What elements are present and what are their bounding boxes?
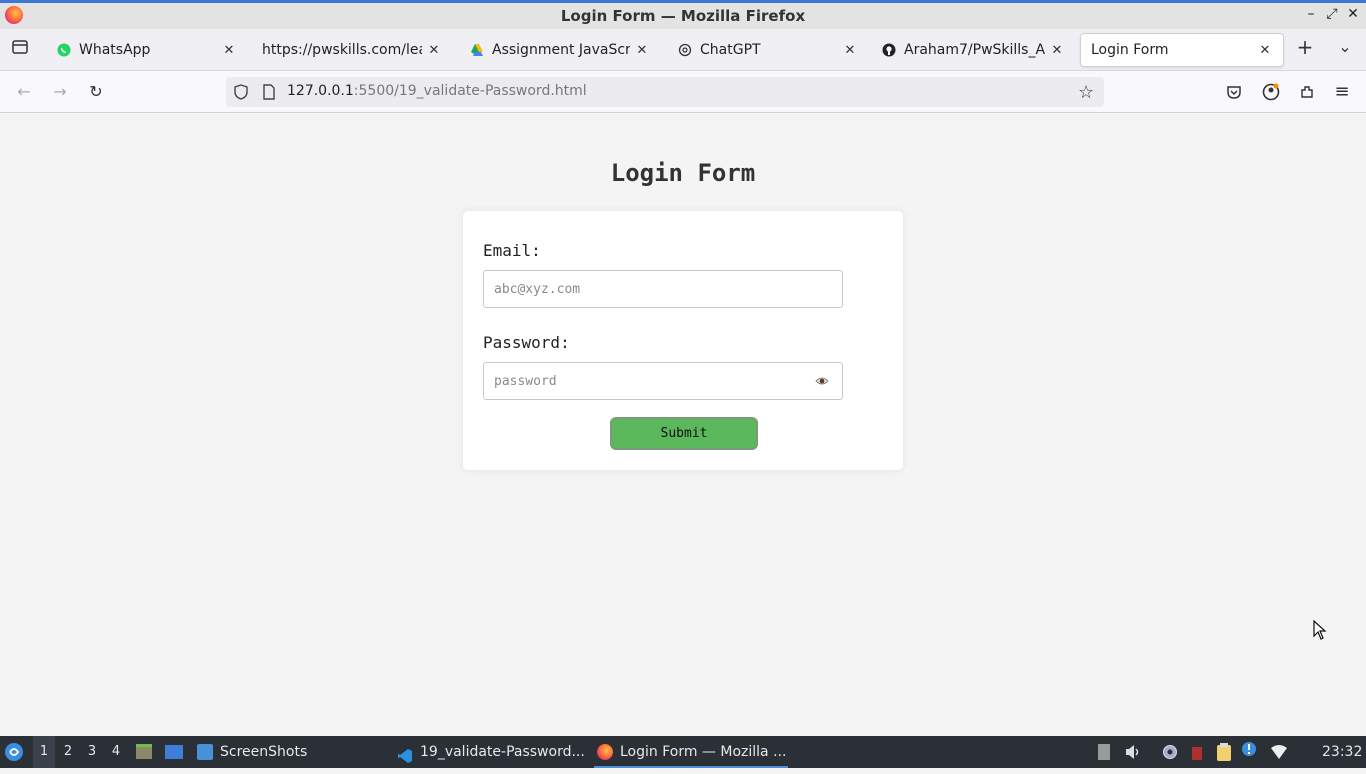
tab-strip: WhatsApp ✕ https://pwskills.com/learn ✕ … (0, 29, 1366, 71)
new-tab-button[interactable]: + (1294, 36, 1316, 58)
url-text[interactable]: 127.0.0.1:5500/19_validate-Password.html (287, 83, 587, 99)
clock[interactable]: 23:32 (1322, 736, 1362, 768)
email-label: Email: (483, 241, 541, 260)
password-label: Password: (483, 333, 570, 352)
desktop-launcher-icon[interactable] (164, 736, 184, 768)
system-taskbar: 1 2 3 4 ScreenShots 19_validate-Password… (0, 736, 1366, 768)
start-menu-icon[interactable] (4, 736, 28, 768)
window-titlebar: Login Form — Mozilla Firefox – ⤢ ✕ (0, 0, 1366, 29)
task-screenshots[interactable]: ScreenShots (194, 736, 384, 768)
file-manager-launcher-icon[interactable] (135, 736, 153, 768)
whatsapp-icon (57, 43, 71, 57)
volume-tray-icon[interactable] (1124, 736, 1142, 768)
close-tab-icon[interactable]: ✕ (221, 43, 237, 58)
task-label: 19_validate-Password... (420, 744, 585, 760)
vscode-icon (397, 744, 413, 763)
firefox-icon (597, 744, 613, 760)
github-icon (882, 43, 896, 57)
navigation-toolbar: ← → ↻ 127.0.0.1:5500/19_validate-Passwor… (0, 71, 1366, 113)
menu-hamburger-icon[interactable]: ≡ (1331, 81, 1353, 103)
page-icon[interactable] (262, 84, 276, 104)
login-form-card: Email: Password: Submit (463, 211, 903, 470)
reload-icon[interactable]: ↻ (85, 81, 107, 103)
clipboard-tray-icon[interactable] (1215, 736, 1233, 768)
task-firefox[interactable]: Login Form — Mozilla ... (594, 736, 788, 768)
back-arrow-icon[interactable]: ← (13, 81, 35, 103)
account-icon[interactable] (1260, 81, 1282, 103)
page-title: Login Form (610, 159, 756, 187)
password-input[interactable] (483, 362, 843, 400)
close-tab-icon[interactable]: ✕ (634, 43, 650, 58)
bookmark-star-icon[interactable]: ☆ (1078, 82, 1094, 103)
battery-tray-icon[interactable] (1191, 736, 1205, 768)
settings-gear-tray-icon[interactable] (1161, 736, 1179, 768)
task-label: ScreenShots (220, 744, 308, 760)
tab-chatgpt[interactable]: ChatGPT ✕ (668, 33, 868, 67)
workspace-1[interactable]: 1 (33, 736, 55, 768)
list-all-tabs-chevron-down-icon[interactable]: ⌄ (1334, 36, 1356, 58)
workspace-2[interactable]: 2 (57, 736, 79, 768)
tab-whatsapp[interactable]: WhatsApp ✕ (47, 33, 247, 67)
shield-icon[interactable] (233, 84, 249, 104)
minimize-button[interactable]: – (1302, 6, 1320, 22)
show-password-eye-icon[interactable] (815, 374, 829, 385)
tab-label: Assignment JavaScript (492, 42, 630, 58)
tab-label: WhatsApp (79, 42, 151, 58)
close-tab-icon[interactable]: ✕ (842, 43, 858, 58)
pocket-icon[interactable] (1223, 81, 1245, 103)
url-host: 127.0.0.1 (287, 83, 354, 99)
page-viewport: Login Form Email: Password: Submit (0, 113, 1366, 736)
tab-assignment[interactable]: Assignment JavaScript ✕ (460, 33, 660, 67)
workspace-3[interactable]: 3 (81, 736, 103, 768)
notification-tray-icon[interactable] (1241, 736, 1259, 768)
email-input[interactable] (483, 270, 843, 308)
tab-label: ChatGPT (700, 42, 761, 58)
url-path: :5500/19_validate-Password.html (353, 83, 587, 99)
close-tab-icon[interactable]: ✕ (1257, 43, 1273, 58)
task-label: Login Form — Mozilla ... (620, 744, 787, 760)
folder-icon (197, 744, 213, 760)
chatgpt-icon (678, 43, 692, 57)
close-tab-icon[interactable]: ✕ (1049, 43, 1065, 58)
submit-button[interactable]: Submit (610, 417, 758, 450)
forward-arrow-icon[interactable]: → (49, 81, 71, 103)
task-vscode[interactable]: 19_validate-Password... (394, 736, 590, 768)
tab-label: Login Form (1091, 42, 1169, 58)
maximize-button[interactable]: ⤢ (1323, 6, 1341, 22)
tab-login-form[interactable]: Login Form ✕ (1080, 33, 1284, 67)
tab-github[interactable]: Araham7/PwSkills_Ass ✕ (872, 33, 1075, 67)
tab-pwskills[interactable]: https://pwskills.com/learn ✕ (252, 33, 452, 67)
extensions-icon[interactable] (1296, 81, 1318, 103)
google-drive-icon (470, 43, 484, 57)
url-bar[interactable]: 127.0.0.1:5500/19_validate-Password.html… (226, 77, 1104, 107)
removable-drive-tray-icon[interactable] (1097, 736, 1113, 768)
mouse-cursor-icon (1313, 620, 1327, 640)
tab-label: https://pwskills.com/learn (262, 42, 422, 58)
window-title: Login Form — Mozilla Firefox (560, 7, 806, 25)
workspace-4[interactable]: 4 (105, 736, 127, 768)
tab-label: Araham7/PwSkills_Ass (904, 42, 1045, 58)
close-window-button[interactable]: ✕ (1344, 6, 1362, 22)
wifi-tray-icon[interactable] (1270, 736, 1288, 768)
firefox-view-icon[interactable] (9, 38, 31, 60)
close-tab-icon[interactable]: ✕ (426, 43, 442, 58)
